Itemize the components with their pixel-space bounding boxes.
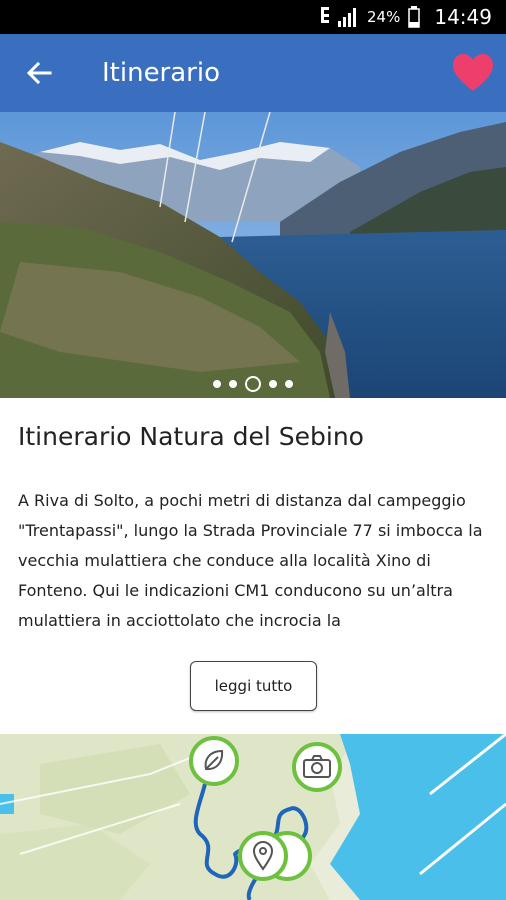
camera-icon	[303, 755, 331, 778]
itinerary-description: A Riva di Solto, a pochi metri di distan…	[18, 491, 483, 630]
gallery-dot[interactable]	[213, 380, 221, 388]
itinerary-title: Itinerario Natura del Sebino	[18, 422, 364, 451]
nfc-icon	[321, 7, 330, 23]
signal-icon	[338, 8, 357, 27]
gallery-dot[interactable]	[269, 380, 277, 388]
route-map[interactable]	[0, 734, 506, 900]
app-bar: Itinerario	[0, 34, 506, 112]
gallery-dot-active[interactable]	[245, 376, 261, 392]
status-icons	[319, 7, 359, 27]
lake-landscape-image	[0, 112, 506, 398]
location-pin[interactable]	[238, 831, 288, 881]
clock: 14:49	[434, 5, 492, 29]
nature-pin[interactable]	[189, 736, 239, 786]
arrow-left-icon	[26, 62, 52, 84]
itinerary-details: Itinerario Natura del Sebino A Riva di S…	[0, 398, 506, 734]
page-title: Itinerario	[102, 58, 221, 88]
gallery-dot[interactable]	[285, 380, 293, 388]
status-bar: 24% 14:49	[0, 0, 506, 34]
gallery-indicator	[0, 376, 506, 392]
battery-percent: 24%	[367, 8, 401, 26]
location-pin-icon	[252, 841, 274, 871]
photo-pin[interactable]	[292, 742, 342, 792]
back-button[interactable]	[0, 34, 78, 112]
gallery-dot[interactable]	[229, 380, 237, 388]
battery-icon	[408, 6, 421, 28]
heart-icon	[453, 54, 493, 91]
leaf-icon	[204, 749, 224, 771]
read-more-button[interactable]: leggi tutto	[190, 661, 317, 711]
photo-gallery[interactable]	[0, 112, 506, 398]
favorite-button[interactable]	[446, 46, 500, 100]
